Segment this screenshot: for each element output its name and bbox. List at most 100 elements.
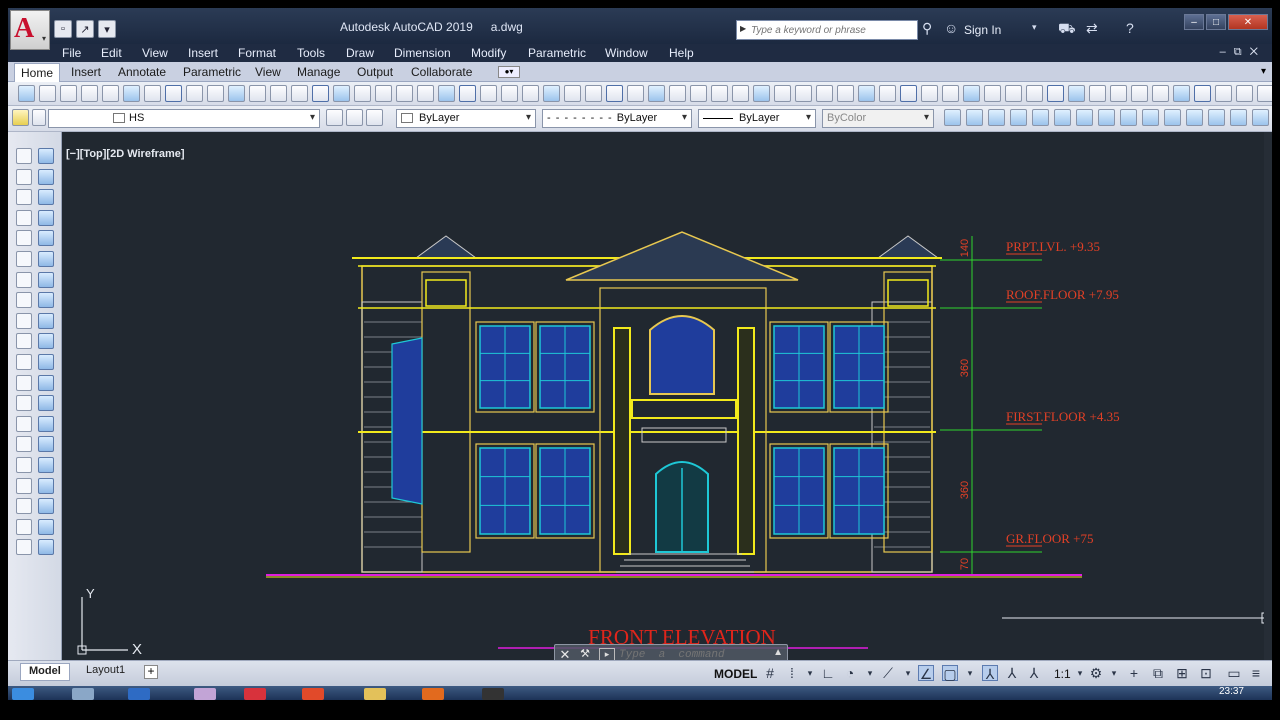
toolbar-tool-icon[interactable] bbox=[270, 85, 287, 102]
tab-home[interactable]: Home bbox=[14, 63, 61, 82]
modify-tool-icon[interactable] bbox=[38, 312, 54, 329]
toolbar-tool-icon[interactable] bbox=[648, 85, 665, 102]
modify-tool-icon[interactable] bbox=[38, 209, 54, 226]
toolbar-tool-icon[interactable] bbox=[39, 85, 56, 102]
modify-tool-icon[interactable] bbox=[38, 189, 54, 206]
toolbar-tool-icon[interactable] bbox=[837, 85, 854, 102]
taskbar-app-icon[interactable] bbox=[72, 688, 94, 700]
taskbar-app-icon[interactable] bbox=[194, 688, 216, 700]
toolbar-tool-icon[interactable] bbox=[1131, 85, 1148, 102]
layer-match-icon[interactable] bbox=[366, 109, 383, 126]
tab-parametric[interactable]: Parametric bbox=[183, 65, 241, 79]
properties-tool-icon[interactable] bbox=[1208, 109, 1225, 126]
polar-icon[interactable]: ◔ bbox=[842, 665, 858, 681]
binoculars-icon[interactable]: ⚲ bbox=[922, 20, 932, 37]
properties-tool-icon[interactable] bbox=[1098, 109, 1115, 126]
draw-tool-icon[interactable] bbox=[16, 436, 32, 453]
properties-tool-icon[interactable] bbox=[944, 109, 961, 126]
snap-icon[interactable]: ⁞ bbox=[784, 665, 800, 681]
toolbar-tool-icon[interactable] bbox=[354, 85, 371, 102]
toolbar-tool-icon[interactable] bbox=[501, 85, 518, 102]
modify-tool-icon[interactable] bbox=[38, 477, 54, 494]
vertical-scrollbar[interactable] bbox=[1264, 132, 1272, 660]
layer-previous-icon[interactable] bbox=[346, 109, 363, 126]
draw-tool-icon[interactable] bbox=[16, 292, 32, 309]
toolbar-tool-icon[interactable] bbox=[921, 85, 938, 102]
toolbar-tool-icon[interactable] bbox=[942, 85, 959, 102]
object-snap-icon[interactable]: ▢ bbox=[942, 665, 958, 682]
modify-tool-icon[interactable] bbox=[38, 271, 54, 288]
draw-tool-icon[interactable] bbox=[16, 518, 32, 535]
toolbar-tool-icon[interactable] bbox=[1152, 85, 1169, 102]
tab-output[interactable]: Output bbox=[357, 65, 393, 79]
toolbar-tool-icon[interactable] bbox=[963, 85, 980, 102]
modify-tool-icon[interactable] bbox=[38, 354, 54, 370]
document-window-controls[interactable]: –⧉✕ bbox=[1220, 46, 1266, 59]
menu-insert[interactable]: Insert bbox=[188, 46, 218, 60]
toolbar-tool-icon[interactable] bbox=[606, 85, 623, 102]
menu-modify[interactable]: Modify bbox=[471, 46, 506, 60]
taskbar-app-icon[interactable] bbox=[482, 688, 504, 700]
help-icon[interactable]: ? bbox=[1126, 20, 1134, 36]
properties-tool-icon[interactable] bbox=[1252, 109, 1269, 126]
toolbar-tool-icon[interactable] bbox=[816, 85, 833, 102]
menu-icon[interactable]: ≡ bbox=[1248, 665, 1264, 681]
properties-tool-icon[interactable] bbox=[1186, 109, 1203, 126]
toolbar-tool-icon[interactable] bbox=[291, 85, 308, 102]
toolbar-tool-icon[interactable] bbox=[1068, 85, 1085, 102]
taskbar-app-icon[interactable] bbox=[422, 688, 444, 700]
layer-properties-icon[interactable] bbox=[12, 109, 29, 126]
auto-scale-icon[interactable]: ⅄ bbox=[1004, 665, 1020, 681]
minimize-button[interactable]: – bbox=[1184, 14, 1204, 30]
menu-draw[interactable]: Draw bbox=[346, 46, 374, 60]
new-icon[interactable]: ▫ bbox=[54, 20, 72, 38]
draw-tool-icon[interactable] bbox=[16, 168, 32, 185]
close-button[interactable]: ✕ bbox=[1228, 14, 1268, 30]
modify-tool-icon[interactable] bbox=[38, 518, 54, 535]
plus-icon[interactable]: + bbox=[1126, 665, 1142, 681]
draw-tool-icon[interactable] bbox=[16, 457, 32, 473]
tab-manage[interactable]: Manage bbox=[297, 65, 340, 79]
draw-tool-icon[interactable] bbox=[16, 251, 32, 267]
toolbar-tool-icon[interactable] bbox=[165, 85, 182, 102]
customize-icon[interactable]: ▭ bbox=[1226, 665, 1242, 681]
toolbar-tool-icon[interactable] bbox=[984, 85, 1001, 102]
toolbar-tool-icon[interactable] bbox=[123, 85, 140, 102]
modify-tool-icon[interactable] bbox=[38, 539, 54, 556]
modify-tool-icon[interactable] bbox=[38, 292, 54, 309]
modify-tool-icon[interactable] bbox=[38, 333, 54, 350]
ribbon-more-icon[interactable]: ●▾ bbox=[498, 66, 520, 78]
lineweight-combo[interactable]: ByLayer bbox=[698, 109, 816, 128]
toolbar-tool-icon[interactable] bbox=[18, 85, 35, 102]
color-combo[interactable]: ByLayer bbox=[396, 109, 536, 128]
draw-tool-icon[interactable] bbox=[16, 415, 32, 432]
menu-edit[interactable]: Edit bbox=[101, 46, 122, 60]
menu-file[interactable]: File bbox=[62, 46, 81, 60]
menu-dimension[interactable]: Dimension bbox=[394, 46, 451, 60]
taskbar-folder-icon[interactable] bbox=[364, 688, 386, 700]
toolbar-tool-icon[interactable] bbox=[417, 85, 434, 102]
draw-tool-icon[interactable] bbox=[16, 498, 32, 515]
modify-tool-icon[interactable] bbox=[38, 168, 54, 185]
linetype-combo[interactable]: - - - - - - - - ByLayer bbox=[542, 109, 692, 128]
isodraft-icon[interactable]: ⟋ bbox=[880, 665, 896, 681]
draw-tool-icon[interactable] bbox=[16, 189, 32, 206]
hardware-acceleration-icon[interactable]: ⊞ bbox=[1174, 665, 1190, 681]
toolbar-tool-icon[interactable] bbox=[375, 85, 392, 102]
command-input[interactable] bbox=[619, 646, 769, 660]
toolbar-tool-icon[interactable] bbox=[1089, 85, 1106, 102]
properties-tool-icon[interactable] bbox=[1032, 109, 1049, 126]
properties-tool-icon[interactable] bbox=[1164, 109, 1181, 126]
toolbar-tool-icon[interactable] bbox=[102, 85, 119, 102]
toolbar-tool-icon[interactable] bbox=[900, 85, 917, 102]
draw-tool-icon[interactable] bbox=[16, 148, 32, 164]
tab-insert[interactable]: Insert bbox=[71, 65, 101, 79]
toolbar-tool-icon[interactable] bbox=[228, 85, 245, 102]
make-current-layer-icon[interactable] bbox=[326, 109, 343, 126]
toolbar-tool-icon[interactable] bbox=[1005, 85, 1022, 102]
modify-tool-icon[interactable] bbox=[38, 395, 54, 412]
tab-collaborate[interactable]: Collaborate bbox=[411, 65, 472, 79]
draw-tool-icon[interactable] bbox=[16, 374, 32, 391]
snap-dropdown-icon[interactable]: ▾ bbox=[802, 665, 818, 681]
search-expand-icon[interactable]: ▶ bbox=[740, 24, 746, 33]
